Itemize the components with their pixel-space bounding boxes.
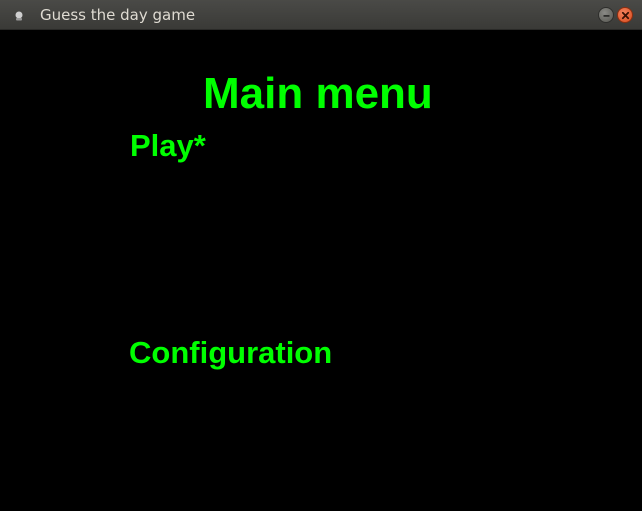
menu-item-configuration[interactable]: Configuration (129, 335, 332, 370)
close-icon (621, 11, 630, 20)
app-icon (13, 9, 25, 21)
close-button[interactable] (617, 7, 633, 23)
game-canvas[interactable]: Main menu Play* Configuration (0, 30, 642, 511)
minimize-button[interactable] (598, 7, 614, 23)
game-window: Guess the day game Main menu Play* Confi… (0, 0, 642, 511)
window-titlebar[interactable]: Guess the day game (0, 0, 642, 30)
menu-item-play[interactable]: Play* (130, 128, 206, 163)
menu-title: Main menu (203, 69, 433, 118)
minimize-icon (603, 15, 610, 17)
window-title: Guess the day game (40, 6, 196, 24)
